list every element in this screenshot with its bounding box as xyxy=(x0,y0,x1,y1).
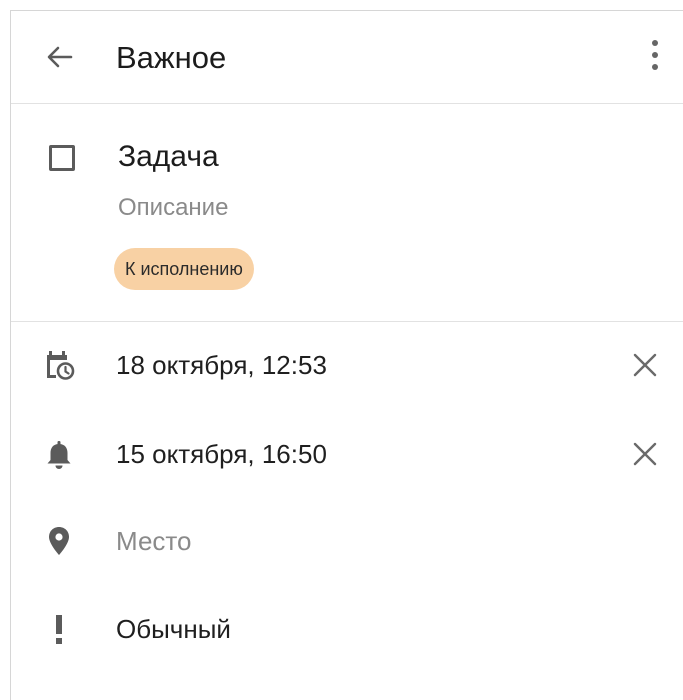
page-title: Важное xyxy=(116,40,227,75)
location-row[interactable]: Место xyxy=(11,501,683,581)
calendar-clock-icon xyxy=(41,347,77,383)
clear-reminder-button[interactable] xyxy=(628,437,662,471)
reminder-value: 15 октября, 16:50 xyxy=(116,439,327,469)
close-icon xyxy=(633,353,657,377)
arrow-back-icon xyxy=(47,46,73,68)
bell-icon xyxy=(41,436,77,472)
status-badge[interactable]: К исполнению xyxy=(114,248,254,290)
more-vertical-icon xyxy=(652,40,658,70)
task-detail-screen: Важное Задача Описание К исполнению 18 о… xyxy=(10,10,683,700)
close-icon xyxy=(633,442,657,466)
task-section: Задача Описание К исполнению xyxy=(11,104,683,322)
back-button[interactable] xyxy=(43,39,79,75)
task-description[interactable]: Описание xyxy=(118,193,228,223)
priority-value: Обычный xyxy=(116,614,231,644)
clear-deadline-button[interactable] xyxy=(628,348,662,382)
priority-row[interactable]: Обычный xyxy=(11,589,683,669)
task-title[interactable]: Задача xyxy=(118,139,219,175)
deadline-row[interactable]: 18 октября, 12:53 xyxy=(11,325,683,405)
exclamation-icon xyxy=(41,611,77,647)
deadline-value: 18 октября, 12:53 xyxy=(116,350,327,380)
more-options-button[interactable] xyxy=(643,35,667,75)
task-complete-checkbox[interactable] xyxy=(49,145,75,171)
reminder-row[interactable]: 15 октября, 16:50 xyxy=(11,414,683,494)
location-placeholder: Место xyxy=(116,526,192,556)
top-app-bar: Важное xyxy=(11,11,683,104)
location-pin-icon xyxy=(41,523,77,559)
